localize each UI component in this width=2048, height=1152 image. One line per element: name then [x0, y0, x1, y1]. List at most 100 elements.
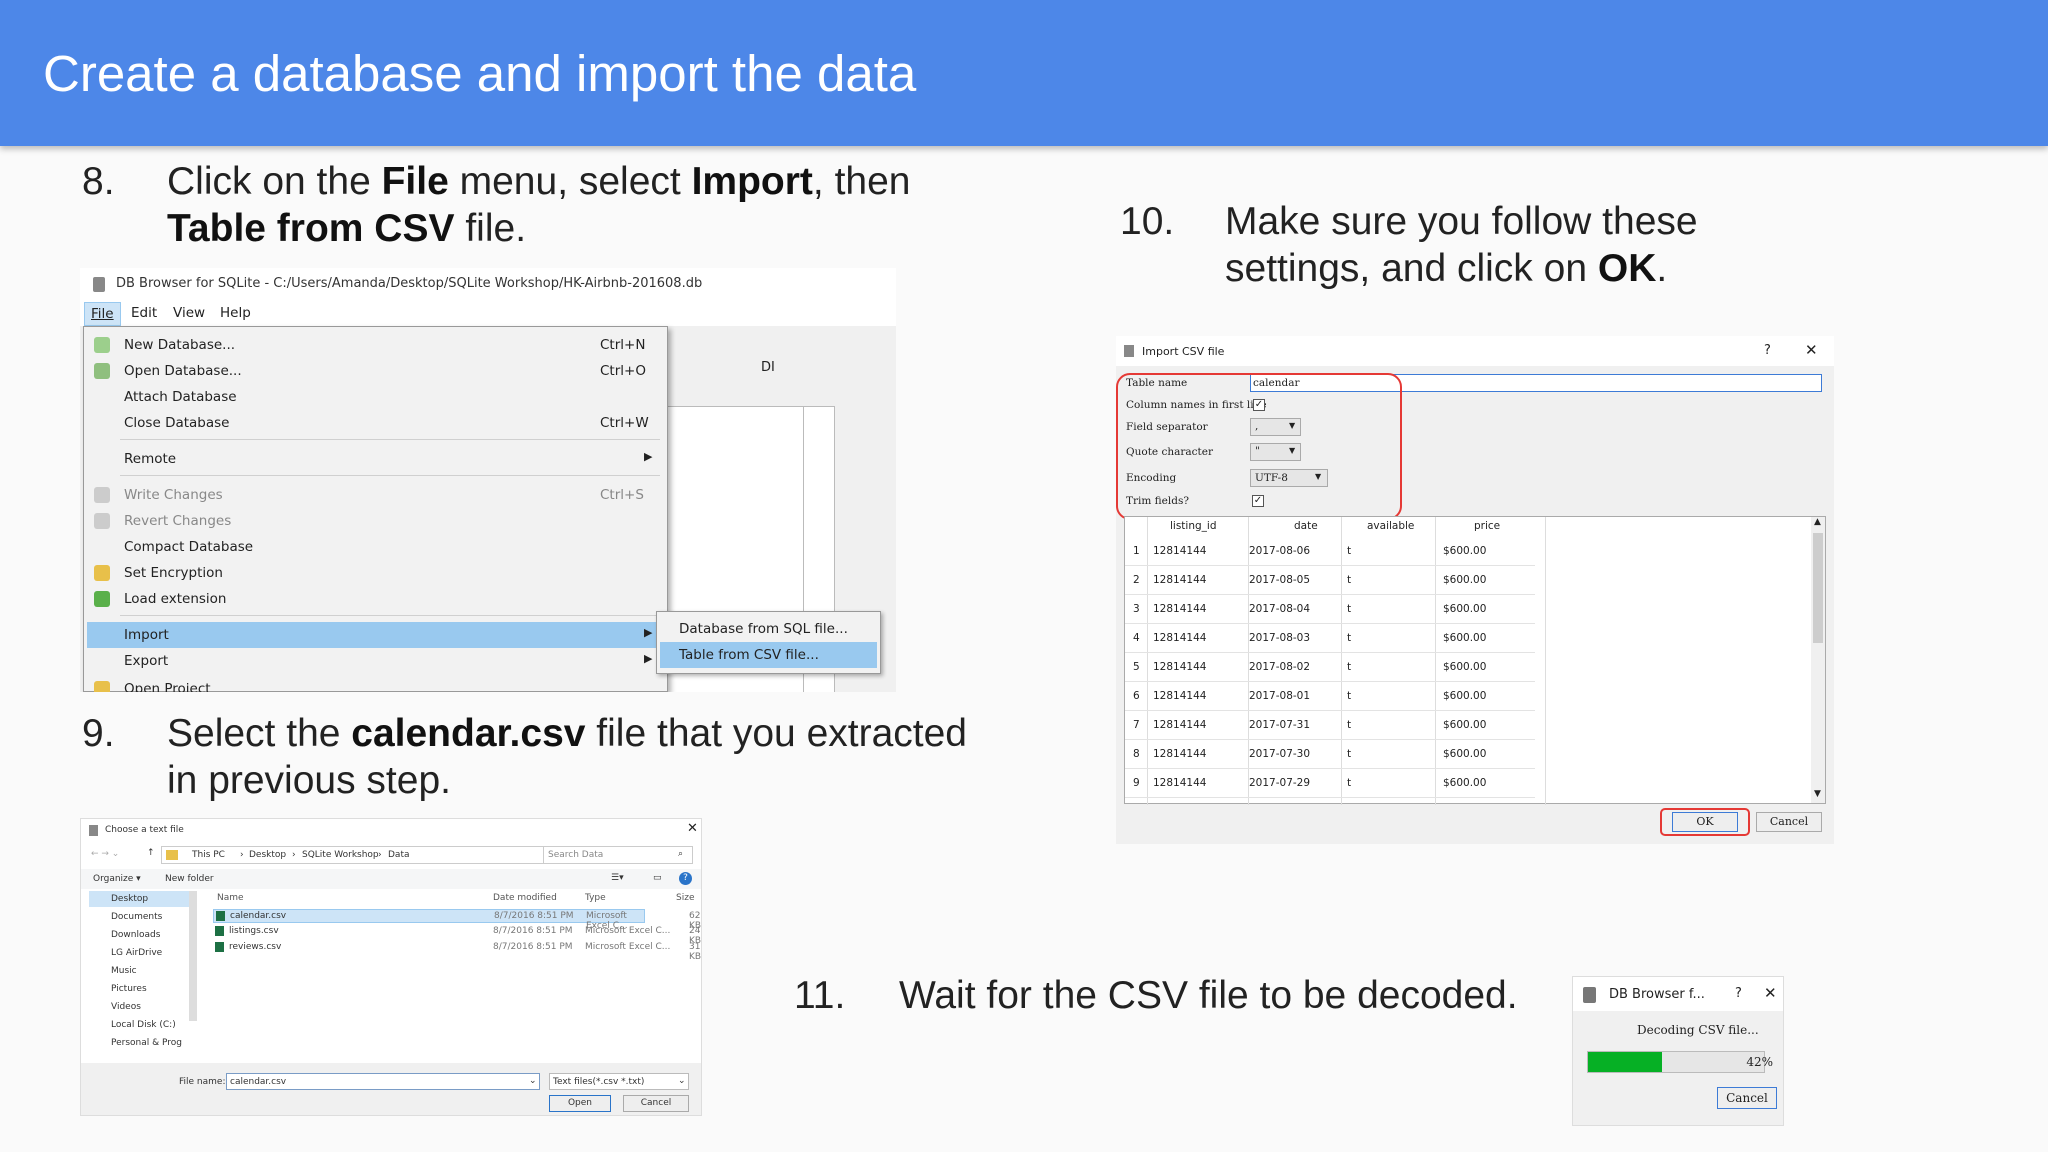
- organize-button[interactable]: Organize ▾: [93, 874, 141, 884]
- address-bar[interactable]: This PC › Desktop › SQLite Workshop › Da…: [161, 846, 595, 864]
- nav-item-pictures[interactable]: Pictures: [111, 984, 147, 994]
- cell-listing-id: 12814144: [1153, 661, 1207, 673]
- nav-item-personal[interactable]: Personal & Prog: [111, 1038, 182, 1048]
- nav-item-local-disk[interactable]: Local Disk (C:): [111, 1020, 176, 1030]
- window-titlebar: DB Browser for SQLite - C:/Users/Amanda/…: [80, 268, 896, 300]
- table-row: 6 12814144 2017-08-01 t $600.00: [1125, 682, 1535, 711]
- nav-item-documents[interactable]: Documents: [111, 912, 162, 922]
- cell-listing-id: 12814144: [1153, 690, 1207, 702]
- revert-changes-icon: [94, 513, 110, 529]
- filename-value: calendar.csv: [230, 1077, 287, 1087]
- cell-price: $600.00: [1443, 661, 1487, 673]
- menu-item-open-project[interactable]: Open Project: [84, 676, 667, 692]
- menu-view[interactable]: View: [173, 305, 205, 321]
- column-header-name[interactable]: Name: [217, 893, 244, 903]
- path-segment[interactable]: Desktop: [249, 850, 286, 860]
- ok-highlight: [1660, 808, 1750, 836]
- cell-available: t: [1347, 661, 1352, 673]
- scroll-thumb[interactable]: [1813, 533, 1823, 643]
- column-header-size[interactable]: Size: [676, 893, 694, 903]
- menu-help[interactable]: Help: [220, 305, 251, 321]
- table-header: listing_id date available price: [1125, 517, 1545, 537]
- file-row-calendar[interactable]: calendar.csv 8/7/2016 8:51 PM Microsoft …: [213, 909, 645, 931]
- submenu-item-csv[interactable]: Table from CSV file...: [660, 642, 877, 668]
- menu-item-write-changes[interactable]: Write Changes Ctrl+S: [84, 482, 667, 508]
- close-icon[interactable]: ✕: [1805, 341, 1818, 359]
- search-icon: ⌕: [678, 849, 684, 859]
- menu-item-set-encryption[interactable]: Set Encryption: [84, 560, 667, 586]
- filename-input[interactable]: calendar.csv ⌄: [226, 1073, 540, 1090]
- menu-item-compact-database[interactable]: Compact Database: [84, 534, 667, 560]
- path-segment[interactable]: Data: [388, 850, 410, 860]
- cell-date: 2017-08-01: [1249, 690, 1311, 702]
- row-num: 4: [1133, 632, 1140, 644]
- file-type-value: Text files(*.csv *.txt): [553, 1077, 645, 1087]
- excel-file-icon: [215, 942, 224, 952]
- view-icon[interactable]: ☰▾: [611, 873, 624, 883]
- close-icon[interactable]: ✕: [1764, 984, 1777, 1002]
- cancel-button[interactable]: Cancel: [1717, 1087, 1777, 1109]
- step-number: 8.: [82, 160, 115, 203]
- cancel-button[interactable]: Cancel: [623, 1095, 689, 1112]
- search-box[interactable]: Search Data ⌕: [543, 846, 693, 864]
- column-header: price: [1474, 520, 1501, 532]
- help-button[interactable]: ?: [1764, 343, 1771, 358]
- file-type-select[interactable]: Text files(*.csv *.txt) ⌄: [549, 1073, 689, 1090]
- menu-item-load-extension[interactable]: Load extension: [84, 586, 667, 612]
- menu-item-revert-changes[interactable]: Revert Changes: [84, 508, 667, 534]
- file-row-reviews[interactable]: reviews.csv 8/7/2016 8:51 PM Microsoft E…: [213, 941, 701, 962]
- close-icon[interactable]: ✕: [687, 821, 698, 836]
- title-banner: Create a database and import the data: [0, 0, 2048, 146]
- folder-icon: [166, 850, 178, 860]
- column-header-type[interactable]: Type: [585, 893, 606, 903]
- scroll-up-icon[interactable]: ▲: [1814, 517, 1821, 527]
- path-segment[interactable]: This PC: [192, 850, 225, 860]
- row-num: 2: [1133, 574, 1140, 586]
- help-button[interactable]: ?: [1735, 986, 1742, 1001]
- nav-item-videos[interactable]: Videos: [111, 1002, 141, 1012]
- open-project-icon: [94, 681, 110, 692]
- dialog-title: DB Browser f...: [1609, 987, 1705, 1002]
- app-icon: [89, 825, 98, 836]
- help-icon[interactable]: ?: [679, 872, 692, 885]
- menu-item-close-database[interactable]: Close Database Ctrl+W: [84, 410, 667, 436]
- step-number: 9.: [82, 712, 115, 755]
- menu-item-open-database[interactable]: Open Database... Ctrl+O: [84, 358, 667, 384]
- cell-date: 2017-07-30: [1249, 748, 1311, 760]
- file-date: 8/7/2016 8:51 PM: [493, 942, 573, 952]
- cell-price: $600.00: [1443, 632, 1487, 644]
- up-arrow-icon[interactable]: ↑: [147, 848, 155, 858]
- menu-item-import[interactable]: Import ▶: [87, 622, 664, 648]
- column-header-date[interactable]: Date modified: [493, 893, 557, 903]
- scroll-down-icon[interactable]: ▼: [1814, 789, 1821, 799]
- nav-item-desktop[interactable]: Desktop: [89, 891, 197, 907]
- dialog-titlebar: Import CSV file ? ✕: [1116, 336, 1834, 366]
- table-row: 7 12814144 2017-07-31 t $600.00: [1125, 711, 1535, 740]
- pane-icon[interactable]: ▭: [653, 873, 662, 883]
- new-folder-button[interactable]: New folder: [165, 874, 214, 884]
- menu-file[interactable]: File: [84, 302, 121, 326]
- menu-item-attach-database[interactable]: Attach Database: [84, 384, 667, 410]
- file-row-listings[interactable]: listings.csv 8/7/2016 8:51 PM Microsoft …: [213, 925, 701, 946]
- table-row: 5 12814144 2017-08-02 t $600.00: [1125, 653, 1535, 682]
- menu-item-remote[interactable]: Remote ▶: [84, 446, 667, 472]
- key-icon: [94, 565, 110, 581]
- menu-item-export[interactable]: Export ▶: [84, 648, 667, 674]
- open-button[interactable]: Open: [549, 1095, 611, 1112]
- cancel-button[interactable]: Cancel: [1756, 812, 1822, 832]
- db-icon: [93, 277, 105, 292]
- vertical-scrollbar[interactable]: ▲ ▼: [1811, 517, 1825, 803]
- col-divider: [1545, 517, 1546, 805]
- nav-arrows-icon[interactable]: ← → ⌄: [91, 849, 119, 859]
- table-row: 4 12814144 2017-08-03 t $600.00: [1125, 624, 1535, 653]
- menu-edit[interactable]: Edit: [131, 305, 157, 321]
- nav-item-downloads[interactable]: Downloads: [111, 930, 160, 940]
- menubar: File Edit View Help: [80, 300, 896, 326]
- path-segment[interactable]: SQLite Workshop: [302, 850, 379, 860]
- nav-item-music[interactable]: Music: [111, 966, 137, 976]
- submenu-item-sql[interactable]: Database from SQL file...: [657, 616, 880, 642]
- menu-item-new-database[interactable]: New Database... Ctrl+N: [84, 332, 667, 358]
- nav-scrollbar[interactable]: [189, 891, 197, 1021]
- nav-item-lg-airdrive[interactable]: LG AirDrive: [111, 948, 162, 958]
- file-name: reviews.csv: [229, 942, 282, 952]
